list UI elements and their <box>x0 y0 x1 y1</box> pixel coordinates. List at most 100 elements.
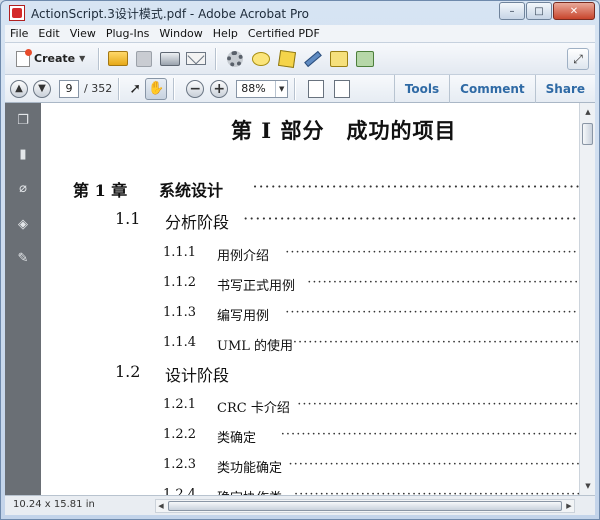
menu-certified-pdf[interactable]: Certified PDF <box>243 27 325 40</box>
toc-entry[interactable]: 1.2.4 确定协作类 ······························… <box>41 484 579 495</box>
fit-width-icon <box>334 79 351 98</box>
email-button[interactable] <box>183 47 209 71</box>
send-document-icon <box>356 50 375 67</box>
next-page-button[interactable]: ▼ <box>33 79 51 98</box>
signatures-panel-button[interactable]: ✎ <box>14 249 32 267</box>
send-button[interactable] <box>352 47 378 71</box>
hand-tool-button[interactable]: ✋ <box>145 77 168 100</box>
toc-entry-number: 1.1.4 <box>163 335 197 350</box>
create-button[interactable]: Create ▼ <box>9 48 92 70</box>
scroll-down-icon[interactable]: ▼ <box>581 478 595 494</box>
toc-entry[interactable]: 1.1.4 UML 的使用 ····························… <box>41 332 579 356</box>
menu-help[interactable]: Help <box>208 27 243 40</box>
toc-entry-number: 1.2.3 <box>163 457 197 472</box>
toc-entry-number: 1.2.1 <box>163 397 197 412</box>
menu-bar: File Edit View Plug-Ins Window Help Cert… <box>5 25 595 43</box>
toc-entry[interactable]: 1.2 设计阶段 <box>41 362 579 386</box>
toc-entry[interactable]: 1.2.3 类功能确定 ······························… <box>41 454 579 478</box>
fit-page-button[interactable] <box>301 77 327 101</box>
title-bar[interactable]: ActionScript.3设计模式.pdf - Adobe Acrobat P… <box>1 1 599 25</box>
page-number-input[interactable]: 9 <box>59 79 79 98</box>
comment-link[interactable]: Comment <box>449 75 534 103</box>
select-tool-button[interactable]: ➚ <box>125 79 145 99</box>
settings-button[interactable] <box>222 47 248 71</box>
toc-entry-number: 第 1 章 <box>73 181 128 200</box>
toc-entry-number: 1.1.3 <box>163 305 197 320</box>
toc-entry-number: 1.1 <box>115 209 141 228</box>
navigation-pane: ❐ ▮ ⌀ ◈ ✎ <box>5 103 41 495</box>
fit-width-button[interactable] <box>327 77 353 101</box>
share-link[interactable]: Share <box>534 75 595 103</box>
hand-icon: ✋ <box>148 81 165 96</box>
comment-button[interactable] <box>248 47 274 71</box>
tools-link[interactable]: Tools <box>393 75 449 103</box>
zoom-in-button[interactable]: + <box>210 79 229 98</box>
toc-dot-leader: ········································… <box>252 177 580 196</box>
save-button[interactable] <box>131 47 157 71</box>
menu-plugins[interactable]: Plug-Ins <box>101 27 155 40</box>
scroll-right-icon[interactable]: ▶ <box>564 500 574 512</box>
menu-window[interactable]: Window <box>154 27 207 40</box>
bookmark-icon: ▮ <box>19 146 27 162</box>
document-page[interactable]: 第 I 部分 成功的项目 第 1 章 系统设计 ··················… <box>41 103 579 495</box>
navigation-toolbar: ▲ ▼ 9 / 352 ➚ ✋ − + 88% ▼ Tools Comment … <box>5 75 595 103</box>
toc-dot-leader: ········································… <box>292 335 579 350</box>
toc-entry[interactable]: 1.2.2 类确定 ································… <box>41 424 579 448</box>
toc-entry[interactable]: 1.2.1 CRC 卡介绍 ····························… <box>41 394 579 418</box>
toc-entry-title: UML 的使用 <box>217 339 294 354</box>
previous-page-button[interactable]: ▲ <box>10 79 28 98</box>
minimize-button[interactable]: – <box>499 2 525 20</box>
layers-panel-button[interactable]: ◈ <box>14 215 32 233</box>
sign-button[interactable] <box>300 47 326 71</box>
toc-dot-leader: ········································… <box>307 275 579 290</box>
toc-entry[interactable]: 1.1 分析阶段 ·································… <box>41 209 579 233</box>
scroll-left-icon[interactable]: ◀ <box>156 500 166 512</box>
attachments-panel-button[interactable]: ⌀ <box>14 179 32 197</box>
save-icon <box>136 50 153 67</box>
toc-entry[interactable]: 1.1.3 编写用例 ·······························… <box>41 302 579 326</box>
horizontal-scrollbar[interactable]: ◀ ▶ <box>155 499 575 513</box>
gear-icon <box>227 50 244 67</box>
paperclip-icon: ⌀ <box>19 180 27 196</box>
toolbar-divider <box>215 47 217 70</box>
menu-edit[interactable]: Edit <box>33 27 64 40</box>
scroll-up-icon[interactable]: ▲ <box>581 104 595 120</box>
task-pane-links: Tools Comment Share <box>393 75 595 103</box>
zoom-select[interactable]: 88% ▼ <box>236 79 289 98</box>
menu-view[interactable]: View <box>65 27 101 40</box>
print-button[interactable] <box>157 47 183 71</box>
share-file-button[interactable] <box>326 47 352 71</box>
toc-entry-title: 用例介绍 <box>217 249 270 264</box>
menu-file[interactable]: File <box>5 27 33 40</box>
vertical-scrollbar[interactable]: ▲ ▼ <box>579 103 595 495</box>
page-total: / 352 <box>84 82 113 95</box>
close-button[interactable]: ✕ <box>553 2 595 20</box>
vertical-scroll-thumb[interactable] <box>582 123 593 145</box>
toolbar-divider <box>118 77 120 100</box>
toc-entry-title: 类功能确定 <box>217 461 283 476</box>
arrow-cursor-icon: ➚ <box>129 80 142 97</box>
printer-icon <box>160 51 181 66</box>
horizontal-scroll-thumb[interactable] <box>168 501 562 511</box>
main-toolbar: Create ▼ ⤢ <box>5 43 595 75</box>
stamp-icon <box>278 49 297 68</box>
toolbar-divider <box>294 77 296 100</box>
open-button[interactable] <box>105 47 131 71</box>
bookmarks-panel-button[interactable]: ▮ <box>14 145 32 163</box>
stamp-button[interactable] <box>274 47 300 71</box>
create-label: Create <box>34 52 76 65</box>
toc-entry[interactable]: 1.1.1 用例介绍 ·······························… <box>41 242 579 266</box>
toc-dot-leader: ········································… <box>243 209 579 228</box>
toc-entry-number: 1.1.1 <box>163 245 197 260</box>
toc-dot-leader: ········································… <box>294 487 579 495</box>
toc-entry[interactable]: 1.1.2 书写正式用例 ·····························… <box>41 272 579 296</box>
pages-icon: ❐ <box>17 112 29 128</box>
maximize-button[interactable]: □ <box>526 2 552 20</box>
zoom-out-button[interactable]: − <box>186 79 205 98</box>
toc-entry[interactable]: 第 1 章 系统设计 ·······························… <box>41 177 579 201</box>
status-bar: 10.24 x 15.81 in ◀ ▶ <box>5 495 595 515</box>
pen-icon <box>304 50 323 67</box>
toc-entry-number: 1.2.4 <box>163 487 197 495</box>
expand-button[interactable]: ⤢ <box>567 48 589 70</box>
pages-panel-button[interactable]: ❐ <box>14 111 32 129</box>
